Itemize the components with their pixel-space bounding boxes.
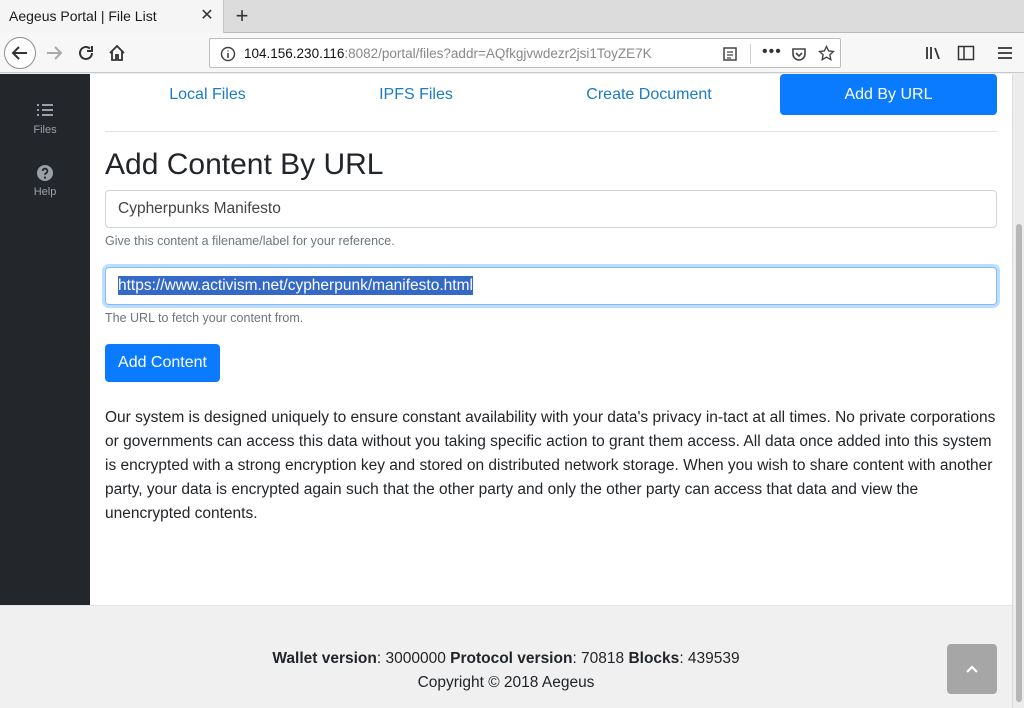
chevron-up-icon: [966, 665, 978, 673]
content-url-value: https://www.activism.net/cypherpunk/mani…: [118, 276, 473, 295]
page-title: Add Content By URL: [105, 148, 384, 181]
description-text: Our system is designed uniquely to ensur…: [105, 409, 996, 522]
version-info: Wallet version: 3000000 Protocol version…: [0, 650, 1012, 668]
url-bar[interactable]: 104.156.230.116:8082/portal/files?addr=A…: [209, 38, 841, 68]
new-tab-icon[interactable]: +: [232, 5, 252, 27]
tab-create-document[interactable]: Create Document: [560, 74, 738, 115]
sidebar-item-files[interactable]: Files: [0, 102, 90, 136]
scrollbar-thumb[interactable]: [1016, 224, 1022, 702]
library-icon[interactable]: [925, 45, 943, 61]
reload-icon: [79, 45, 93, 60]
sidebar-item-label: Help: [33, 186, 57, 198]
blocks-label: Blocks: [628, 650, 680, 667]
sidebar: Files Help: [0, 74, 90, 605]
content-url-input[interactable]: https://www.activism.net/cypherpunk/mani…: [105, 267, 997, 305]
main-content: Local Files IPFS Files Create Document A…: [90, 74, 1012, 605]
sidebar-item-help[interactable]: Help: [0, 164, 90, 198]
menu-icon[interactable]: [996, 45, 1014, 61]
list-icon: [37, 104, 53, 116]
sidebar-item-label: Files: [33, 124, 57, 136]
browser-nav-bar: 104.156.230.116:8082/portal/files?addr=A…: [0, 33, 1024, 73]
sidebar-toggle-icon[interactable]: [957, 45, 975, 61]
wallet-version-label: Wallet version: [272, 650, 377, 667]
url-path: :8082/portal/files?addr=AQfkgjvwdezr2jsi…: [344, 46, 652, 61]
blocks-value: : 439539: [679, 650, 740, 667]
scroll-to-top-button[interactable]: [947, 644, 997, 694]
browser-tab-title: Aegeus Portal | File List: [9, 8, 157, 24]
question-circle-icon: [37, 165, 53, 181]
page: Files Help Local Files IPFS Files Create…: [0, 74, 1012, 708]
file-tabs: Local Files IPFS Files Create Document A…: [105, 74, 997, 132]
protocol-version-value: : 70818: [572, 650, 629, 667]
home-icon: [109, 44, 125, 61]
reload-button[interactable]: [72, 39, 100, 67]
url-text[interactable]: 104.156.230.116:8082/portal/files?addr=A…: [244, 46, 690, 61]
back-button[interactable]: [4, 37, 36, 69]
tab-local-files[interactable]: Local Files: [117, 74, 298, 115]
tab-ipfs-files[interactable]: IPFS Files: [340, 74, 492, 115]
content-name-value: Cypherpunks Manifesto: [118, 200, 281, 217]
wallet-version-value: : 3000000: [376, 650, 451, 667]
footer: Wallet version: 3000000 Protocol version…: [0, 605, 1012, 708]
protocol-version-label: Protocol version: [450, 650, 573, 667]
reader-view-icon[interactable]: [722, 46, 738, 62]
content-url-help: The URL to fetch your content from.: [105, 311, 304, 325]
content-name-help: Give this content a filename/label for y…: [105, 234, 395, 248]
url-host: 104.156.230.116: [244, 46, 345, 61]
browser-tab-bar: Aegeus Portal | File List ✕ +: [0, 0, 1024, 33]
forward-arrow-icon: [47, 46, 63, 60]
page-scrollbar[interactable]: [1012, 74, 1024, 708]
add-content-button[interactable]: Add Content: [105, 344, 220, 382]
content-name-input[interactable]: Cypherpunks Manifesto: [105, 190, 997, 228]
more-actions-icon[interactable]: •••: [762, 43, 782, 61]
back-arrow-icon: [11, 46, 27, 60]
pocket-icon[interactable]: [791, 46, 807, 62]
home-button[interactable]: [103, 39, 131, 67]
forward-button[interactable]: [40, 39, 68, 67]
copyright: Copyright © 2018 Aegeus: [417, 674, 595, 691]
close-tab-icon[interactable]: ✕: [199, 7, 215, 25]
bookmark-star-icon[interactable]: [818, 45, 835, 62]
tab-add-by-url[interactable]: Add By URL: [780, 74, 997, 115]
browser-tab[interactable]: Aegeus Portal | File List ✕: [0, 0, 224, 33]
info-icon[interactable]: [220, 46, 236, 62]
url-bar-divider: [750, 44, 751, 64]
